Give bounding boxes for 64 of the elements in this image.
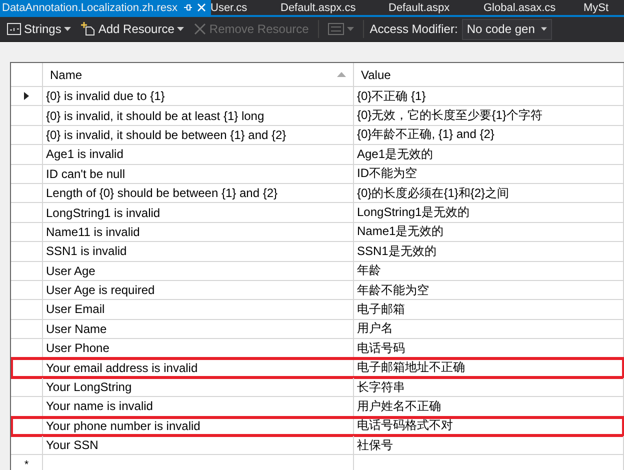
row-header[interactable] [11, 87, 43, 106]
table-cell: SSN1 is invalid [43, 242, 354, 262]
caret-icon [346, 27, 354, 31]
table-cell: LongString1 is invalid [43, 203, 354, 223]
caret-icon [177, 27, 184, 31]
document-tab[interactable]: User.cs [210, 0, 280, 15]
table-cell: LongString1是无效的 [354, 203, 624, 223]
table-cell: 长字符串 [354, 378, 624, 398]
column-header[interactable]: Name [43, 63, 354, 87]
table-cell: Your SSN [43, 436, 354, 456]
table-cell: {0} is invalid, it should be at least {1} long [43, 106, 354, 126]
table-cell: User Age is required [43, 280, 354, 300]
table-cell: User Name [43, 320, 354, 340]
table-cell: 年龄 [354, 262, 624, 281]
caret-icon [64, 27, 72, 31]
close-icon [194, 23, 206, 35]
column-header[interactable]: Value [354, 63, 624, 87]
table-cell: {0}不正确 {1} [354, 87, 624, 106]
table-cell: {0}无效，它的长度至少要{1}个字符 [354, 106, 624, 126]
table-cell: Age1 is invalid [43, 145, 354, 165]
table-cell: Your name is invalid [43, 397, 354, 417]
table-cell: User Phone [43, 339, 354, 358]
table-cell: 用户名 [354, 320, 624, 340]
toolbar-button[interactable]: Strings [4, 20, 74, 38]
table-cell: 电子邮箱 [354, 300, 624, 320]
document-tab[interactable]: DataAnnotation.Localization.zh.resx [0, 0, 210, 15]
table-cell: SSN1是无效的 [354, 242, 624, 262]
table-cell: User Age [43, 262, 354, 281]
table-cell: ID不能为空 [354, 164, 624, 184]
table-cell: Age1是无效的 [354, 145, 624, 165]
table-cell: 电话号码格式不对 [354, 416, 624, 436]
new-row-marker: * [24, 458, 29, 470]
table-cell: 社保号 [354, 436, 624, 456]
access-modifier-select[interactable]: No code gen [462, 18, 552, 40]
table-cell: 年龄不能为空 [354, 280, 624, 300]
close-icon[interactable] [196, 3, 206, 12]
document-tab[interactable]: MySt [584, 0, 609, 15]
table-cell: Your email address is invalid [43, 358, 354, 378]
document-tab[interactable]: Default.aspx.cs [280, 0, 388, 15]
table-cell: Length of {0} should be between {1} and {2} [43, 184, 354, 204]
access-modifier-label: Access Modifier: [370, 22, 458, 36]
table-cell: Your LongString [43, 378, 354, 398]
table-cell: {0}的长度必须在{1}和{2}之间 [354, 184, 624, 204]
caret-icon [540, 27, 547, 31]
table-cell: Name1是无效的 [354, 222, 624, 242]
new-file-icon [81, 22, 96, 36]
table-cell: User Email [43, 300, 354, 320]
table-cell: {0} is invalid, it should be between {1} and {2} [43, 126, 354, 146]
document-tab[interactable]: Default.aspx [388, 0, 484, 15]
row-header[interactable]: * [11, 455, 43, 470]
table-cell: 电子邮箱地址不正确 [354, 358, 624, 378]
row-header [11, 63, 43, 87]
table-cell: Your phone number is invalid [43, 416, 354, 436]
table-cell: {0} is invalid due to {1} [43, 87, 354, 106]
table-cell: {0}年龄不正确, {1} and {2} [354, 126, 624, 146]
table-cell: ID can't be null [43, 164, 354, 184]
table-cell: Name11 is invalid [43, 222, 354, 242]
text-box-icon [7, 23, 21, 35]
table-cell: 用户姓名不正确 [354, 397, 624, 417]
toolbar-button[interactable]: Add Resource [78, 20, 188, 38]
pin-icon[interactable] [182, 3, 192, 12]
list-view-icon [328, 23, 344, 35]
table-cell: 电话号码 [354, 339, 624, 358]
document-tab[interactable]: Global.asax.cs [484, 0, 584, 15]
